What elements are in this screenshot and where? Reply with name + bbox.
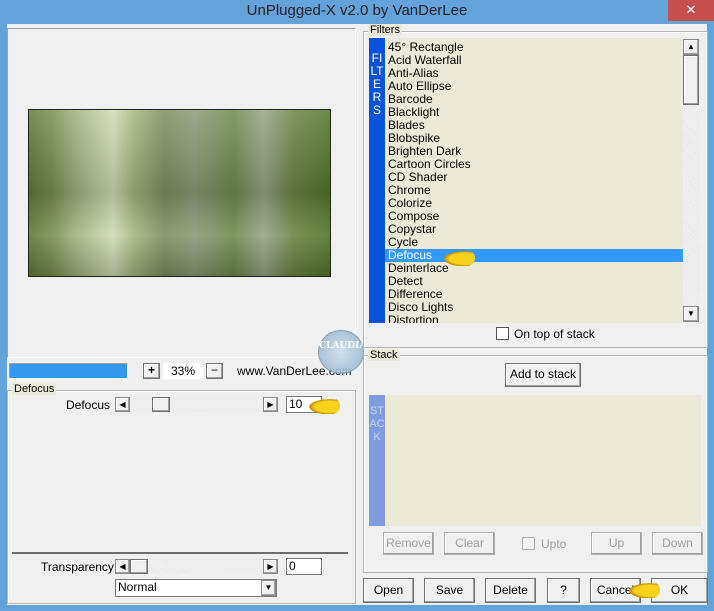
- filters-list[interactable]: 45° Rectangle Acid Waterfall Anti-Alias Aut…: [385, 38, 683, 323]
- pointing-hand-icon: [441, 250, 475, 266]
- transparency-value-input[interactable]: 0: [286, 558, 322, 575]
- filter-item[interactable]: Distortion: [385, 314, 683, 324]
- progress-bar: [9, 363, 128, 379]
- zoom-in-button[interactable]: +: [143, 363, 160, 379]
- chevron-down-icon[interactable]: ▼: [261, 580, 276, 596]
- arrow-right-icon: ▶: [267, 562, 274, 571]
- stack-list[interactable]: [385, 395, 701, 526]
- stack-side-label: STACK: [369, 395, 385, 526]
- transparency-increase-button[interactable]: ▶: [263, 559, 278, 574]
- on-top-label: On top of stack: [514, 327, 595, 341]
- clear-button[interactable]: Clear: [444, 532, 495, 555]
- separator: [12, 552, 348, 554]
- progress-fill: [10, 364, 127, 378]
- pointing-hand-icon: [626, 582, 660, 598]
- zoom-level: 33%: [163, 363, 203, 379]
- scroll-down-icon[interactable]: ▼: [683, 306, 699, 322]
- scroll-thumb[interactable]: [683, 55, 699, 105]
- transparency-slider-thumb[interactable]: [130, 559, 148, 574]
- arrow-right-icon: ▶: [267, 400, 274, 409]
- open-button[interactable]: Open: [363, 578, 414, 603]
- arrow-left-icon: ◀: [119, 400, 126, 409]
- pointing-hand-icon: [306, 398, 340, 414]
- on-top-checkbox[interactable]: [496, 327, 509, 340]
- filter-item[interactable]: Deinterlace: [385, 262, 683, 275]
- zoom-out-button[interactable]: −: [206, 363, 223, 379]
- close-icon: ✕: [685, 2, 697, 17]
- up-button[interactable]: Up: [591, 532, 642, 555]
- watermark-logo: CLAUDIA: [318, 330, 366, 374]
- remove-button[interactable]: Remove: [383, 532, 434, 555]
- blend-mode-value: Normal: [118, 580, 157, 594]
- filters-scrollbar[interactable]: ▲ ▼: [683, 38, 700, 323]
- filter-item[interactable]: Copystar: [385, 223, 683, 236]
- blend-mode-select[interactable]: Normal ▼: [115, 579, 277, 597]
- add-to-stack-button[interactable]: Add to stack: [505, 363, 581, 387]
- delete-button[interactable]: Delete: [485, 578, 536, 603]
- filters-group-label: Filters: [368, 24, 402, 36]
- close-button[interactable]: ✕: [668, 0, 714, 21]
- transparency-slider[interactable]: [130, 559, 263, 574]
- defocus-decrease-button[interactable]: ◀: [115, 397, 130, 412]
- scroll-up-icon[interactable]: ▲: [683, 39, 699, 55]
- defocus-increase-button[interactable]: ▶: [263, 397, 278, 412]
- transparency-decrease-button[interactable]: ◀: [115, 559, 130, 574]
- parameters-group-label: Defocus: [12, 383, 57, 395]
- defocus-slider[interactable]: [130, 397, 263, 412]
- save-button[interactable]: Save: [424, 578, 475, 603]
- defocus-label: Defocus: [66, 398, 111, 412]
- window-title: UnPlugged-X v2.0 by VanDerLee: [246, 2, 468, 19]
- preview-image: [28, 109, 331, 277]
- filter-item[interactable]: Blacklight: [385, 106, 683, 119]
- arrow-left-icon: ◀: [119, 562, 126, 571]
- defocus-slider-thumb[interactable]: [152, 397, 170, 412]
- stack-group-label: Stack: [368, 349, 400, 361]
- upto-checkbox[interactable]: [522, 537, 535, 550]
- upto-label: Upto: [541, 537, 567, 551]
- filters-side-label: FILTERS: [369, 38, 385, 323]
- help-button[interactable]: ?: [547, 578, 580, 603]
- preview-panel[interactable]: [7, 28, 356, 358]
- down-button[interactable]: Down: [652, 532, 703, 555]
- transparency-label: Transparency: [41, 560, 114, 574]
